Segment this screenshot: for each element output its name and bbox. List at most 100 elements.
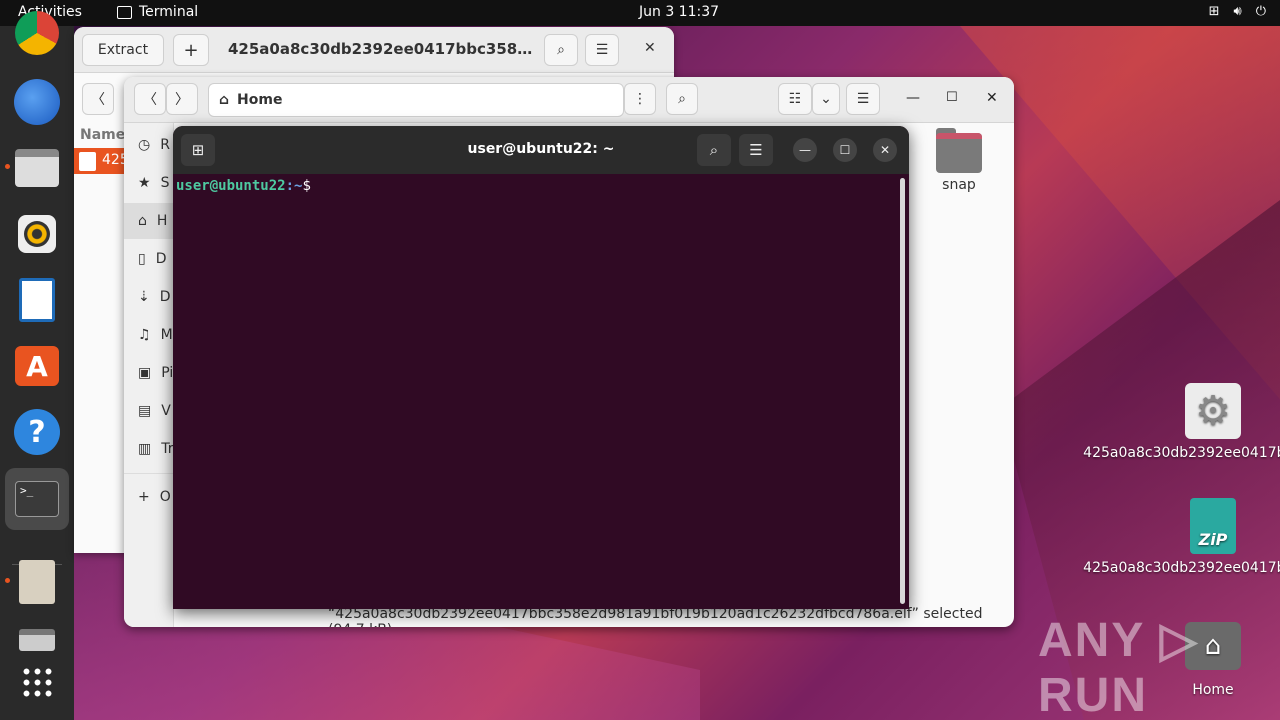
menu-icon: ☰: [595, 42, 609, 58]
search-icon: ⌕: [709, 141, 719, 159]
sidebar-item-trash[interactable]: ▥ Tr: [138, 441, 173, 457]
dock-archive-manager[interactable]: [11, 556, 63, 608]
download-icon: ⇣: [138, 289, 150, 305]
home-icon: ⌂: [138, 213, 147, 229]
sidebar-item-music[interactable]: ♫ M: [138, 327, 173, 343]
kebab-icon: ⋮: [633, 91, 647, 107]
sidebar-item-recent[interactable]: ◷ R: [138, 137, 170, 153]
close-button[interactable]: ✕: [873, 138, 897, 162]
network-icon: ⊞: [1208, 4, 1220, 19]
desktop-icon-label: 425a0a8c30db2392ee0417bbc358…: [1083, 560, 1280, 576]
archive-back-button[interactable]: 〈: [82, 83, 114, 115]
gear-icon: ⚙: [1185, 383, 1241, 439]
show-apps-button[interactable]: [11, 656, 63, 708]
power-icon: ⏻: [1255, 4, 1266, 19]
status-bar: “425a0a8c30db2392ee0417bbc358e2d981a91bf…: [328, 606, 983, 627]
files-sidebar: ◷ R ★ S ⌂ H ▯ D ⇣ D ♫ M ▣ Pi ▤ V ▥ Tr + O: [124, 123, 174, 627]
close-icon[interactable]: ✕: [986, 90, 998, 106]
sidebar-item-home[interactable]: ⌂ H: [124, 203, 174, 239]
appcenter-icon: A: [15, 346, 59, 386]
menu-icon: ☰: [749, 141, 763, 159]
zip-icon: ZiP: [1190, 498, 1236, 554]
sidebar-item-label: Pi: [161, 365, 174, 381]
terminal-window[interactable]: ⊞ user@ubuntu22: ~ ⌕ ☰ — ☐ ✕ user@ubuntu…: [173, 126, 909, 609]
forward-button[interactable]: 〉: [166, 83, 198, 115]
prompt-path: :~: [285, 178, 303, 194]
music-icon: ♫: [138, 327, 151, 343]
minimize-icon: —: [799, 143, 811, 157]
minimize-button[interactable]: —: [793, 138, 817, 162]
extract-button[interactable]: Extract: [82, 34, 164, 66]
chevron-right-icon: 〉: [175, 92, 189, 108]
dock-chrome[interactable]: [11, 11, 63, 60]
archive-title: 425a0a8c30db2392ee0417bbc358…: [228, 40, 533, 58]
files-search-button[interactable]: ⌕: [666, 83, 698, 115]
chrome-icon: [15, 11, 59, 55]
sidebar-item-other-locations[interactable]: + O: [138, 489, 171, 505]
dock-rhythmbox[interactable]: [11, 208, 63, 260]
app-grid-icon: [21, 666, 53, 698]
terminal-menu-button[interactable]: ☰: [739, 134, 773, 166]
view-options-button[interactable]: ⌄: [812, 83, 840, 115]
sidebar-item-label: Tr: [161, 441, 174, 457]
desktop-icon-label: 425a0a8c30db2392ee0417bbc358…: [1083, 445, 1280, 461]
sidebar-item-videos[interactable]: ▤ V: [138, 403, 171, 419]
app-menu[interactable]: Terminal: [117, 4, 198, 20]
binary-file-icon: [79, 152, 96, 171]
add-button[interactable]: +: [173, 34, 209, 66]
rhythmbox-icon: [18, 215, 56, 253]
desktop-icon-zip[interactable]: ZiP 425a0a8c30db2392ee0417bbc358…: [1083, 498, 1280, 577]
archive-row[interactable]: 425: [74, 148, 129, 174]
system-tray[interactable]: ⊞ 🔊︎ ⏻: [1209, 4, 1266, 19]
sidebar-item-downloads[interactable]: ⇣ D: [138, 289, 171, 305]
maximize-icon[interactable]: ☐: [946, 90, 958, 105]
list-view-button[interactable]: ☷: [778, 83, 812, 115]
terminal-icon: [117, 5, 132, 19]
sidebar-item-label: D: [155, 251, 167, 267]
close-icon[interactable]: ✕: [644, 40, 656, 56]
clock[interactable]: Jun 3 11:37: [639, 4, 719, 20]
maximize-button[interactable]: ☐: [833, 138, 857, 162]
chevron-left-icon: 〈: [143, 92, 157, 108]
dock-thunderbird[interactable]: [11, 76, 63, 128]
close-icon: ✕: [879, 143, 891, 157]
archive-headerbar: Extract + 425a0a8c30db2392ee0417bbc358… …: [74, 27, 674, 73]
folder-item[interactable]: snap: [936, 128, 982, 193]
menu-icon: ☰: [856, 91, 870, 107]
minimize-icon[interactable]: —: [906, 90, 920, 106]
sidebar-item-pictures[interactable]: ▣ Pi: [138, 365, 173, 381]
archive-icon: [19, 560, 55, 604]
terminal-scrollbar[interactable]: [900, 178, 905, 604]
star-icon: ★: [138, 175, 151, 191]
files-headerbar: 〈 〉 ⌂ Home ⋮ ⌕ ☷ ⌄ ☰ — ☐ ✕: [124, 77, 1014, 123]
dock-help[interactable]: ?: [11, 406, 63, 458]
video-icon: ▤: [138, 403, 152, 419]
archive-search-button[interactable]: ⌕: [544, 34, 578, 66]
terminal-search-button[interactable]: ⌕: [697, 134, 731, 166]
dock-files[interactable]: [11, 142, 63, 194]
dock-terminal[interactable]: >_: [5, 468, 69, 530]
files-menu-button[interactable]: ☰: [846, 83, 880, 115]
sidebar-item-label: V: [161, 403, 171, 419]
dock-writer[interactable]: [11, 274, 63, 326]
dock-app-center[interactable]: A: [11, 340, 63, 392]
sidebar-item-label: D: [159, 289, 171, 305]
sidebar-item-starred[interactable]: ★ S: [138, 175, 169, 191]
location-bar[interactable]: ⌂ Home: [208, 83, 624, 117]
prompt-user: user@ubuntu22: [176, 178, 286, 194]
sidebar-item-documents[interactable]: ▯ D: [138, 251, 167, 267]
plus-icon: +: [138, 489, 150, 505]
search-icon: ⌕: [678, 91, 686, 107]
location-menu-button[interactable]: ⋮: [624, 83, 656, 115]
list-icon: ☷: [788, 91, 802, 107]
thunderbird-icon: [14, 79, 60, 125]
terminal-prompt[interactable]: user@ubuntu22:~$: [176, 178, 311, 194]
archive-menu-button[interactable]: ☰: [585, 34, 619, 66]
desktop-icon-elf[interactable]: ⚙ 425a0a8c30db2392ee0417bbc358…: [1083, 383, 1280, 462]
column-header-name[interactable]: Name: [80, 127, 125, 143]
trash-icon: ▥: [138, 441, 152, 457]
terminal-headerbar: ⊞ user@ubuntu22: ~ ⌕ ☰ — ☐ ✕: [173, 126, 909, 174]
back-button[interactable]: 〈: [134, 83, 166, 115]
clock-icon: ◷: [138, 137, 151, 153]
folder-icon: [936, 128, 982, 173]
